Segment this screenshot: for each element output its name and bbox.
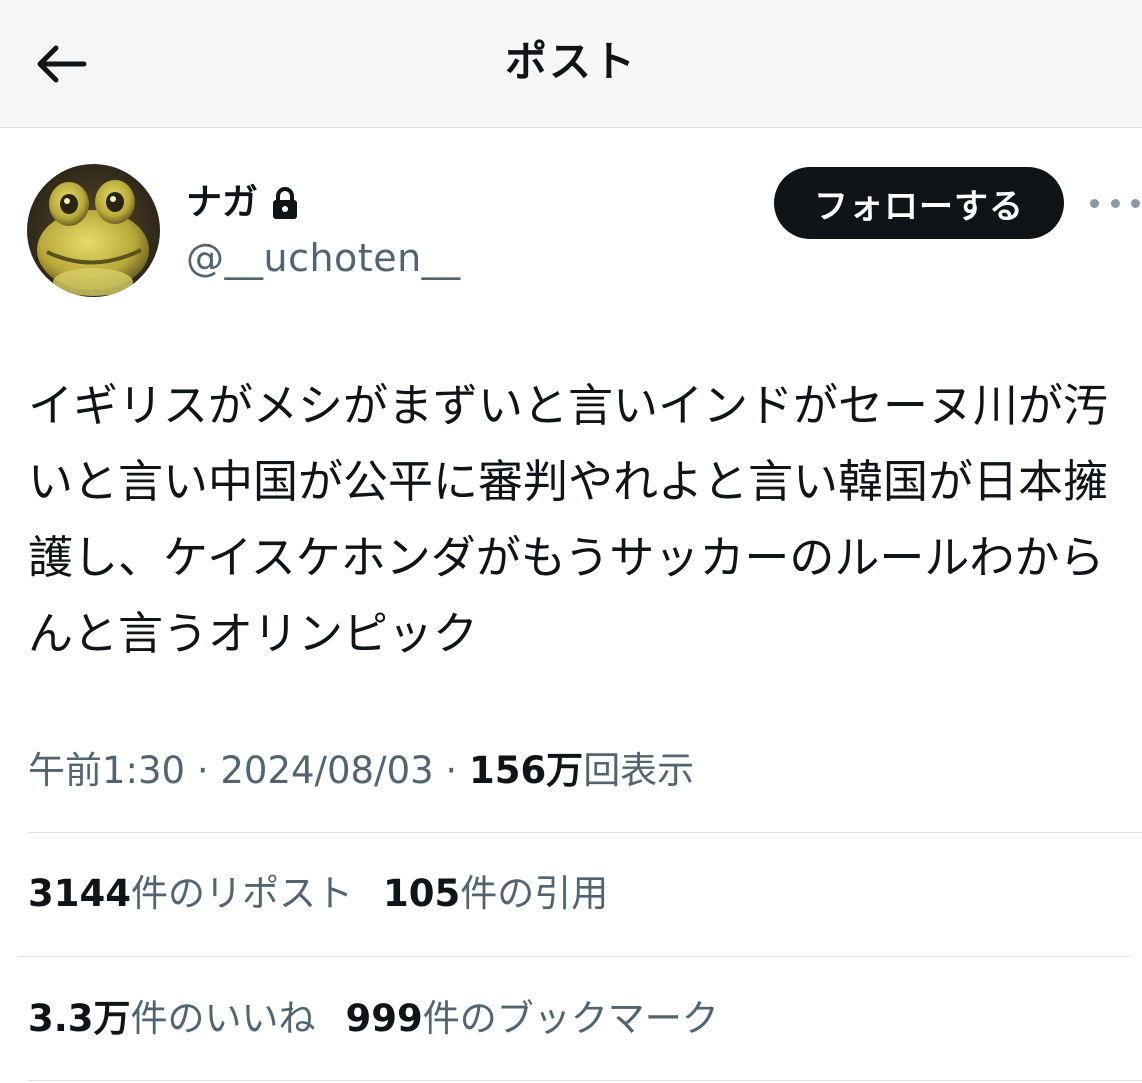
bookmarks-label: 件のブックマーク <box>422 997 719 1040</box>
meta-separator: · <box>445 749 469 792</box>
bookmarks-stat[interactable]: 999件のブックマーク <box>346 993 719 1045</box>
header-bar: ポスト <box>0 0 1142 128</box>
post-date[interactable]: 2024/08/03 <box>220 749 433 792</box>
author-name-row: ナガ <box>186 180 300 226</box>
likes-count: 3.3万 <box>28 997 131 1040</box>
frog-avatar-image <box>27 164 160 297</box>
quotes-count: 105 <box>382 872 461 915</box>
display-name[interactable]: ナガ <box>186 180 258 226</box>
divider <box>28 1080 1142 1081</box>
stats-row-likes: 3.3万件のいいね 999件のブックマーク <box>28 993 749 1045</box>
post-time[interactable]: 午前1:30 <box>28 749 185 792</box>
more-dots-icon <box>1110 198 1120 208</box>
likes-label: 件のいいね <box>130 997 316 1040</box>
user-handle[interactable]: @__uchoten__ <box>186 233 461 283</box>
reposts-label: 件のリポスト <box>130 872 353 915</box>
quotes-stat[interactable]: 105件の引用 <box>383 868 608 920</box>
more-button[interactable] <box>1090 188 1140 218</box>
reposts-count: 3144 <box>28 872 131 915</box>
divider <box>28 832 1142 833</box>
more-dots-icon <box>1090 198 1099 208</box>
reposts-stat[interactable]: 3144件のリポスト <box>28 868 353 920</box>
divider <box>18 956 1132 957</box>
page-title: ポスト <box>504 37 637 86</box>
quotes-label: 件の引用 <box>460 872 609 915</box>
avatar[interactable] <box>27 164 160 297</box>
lock-icon <box>273 187 298 219</box>
post-text: イギリスがメシがまずいと言いインドがセーヌ川が汚いと言い中国が公平に審判やれよと… <box>28 379 1109 660</box>
follow-button[interactable]: フォローする <box>774 167 1064 239</box>
more-dots-icon <box>1131 198 1140 208</box>
views-label: 回表示 <box>583 749 695 792</box>
post-meta: 午前1:30 · 2024/08/03 · 156万回表示 <box>28 745 694 797</box>
stats-row-reposts: 3144件のリポスト 105件の引用 <box>28 868 638 920</box>
views-count: 156万 <box>468 749 584 792</box>
meta-separator: · <box>196 749 221 792</box>
likes-stat[interactable]: 3.3万件のいいね <box>28 993 316 1045</box>
bookmarks-count: 999 <box>345 997 423 1040</box>
